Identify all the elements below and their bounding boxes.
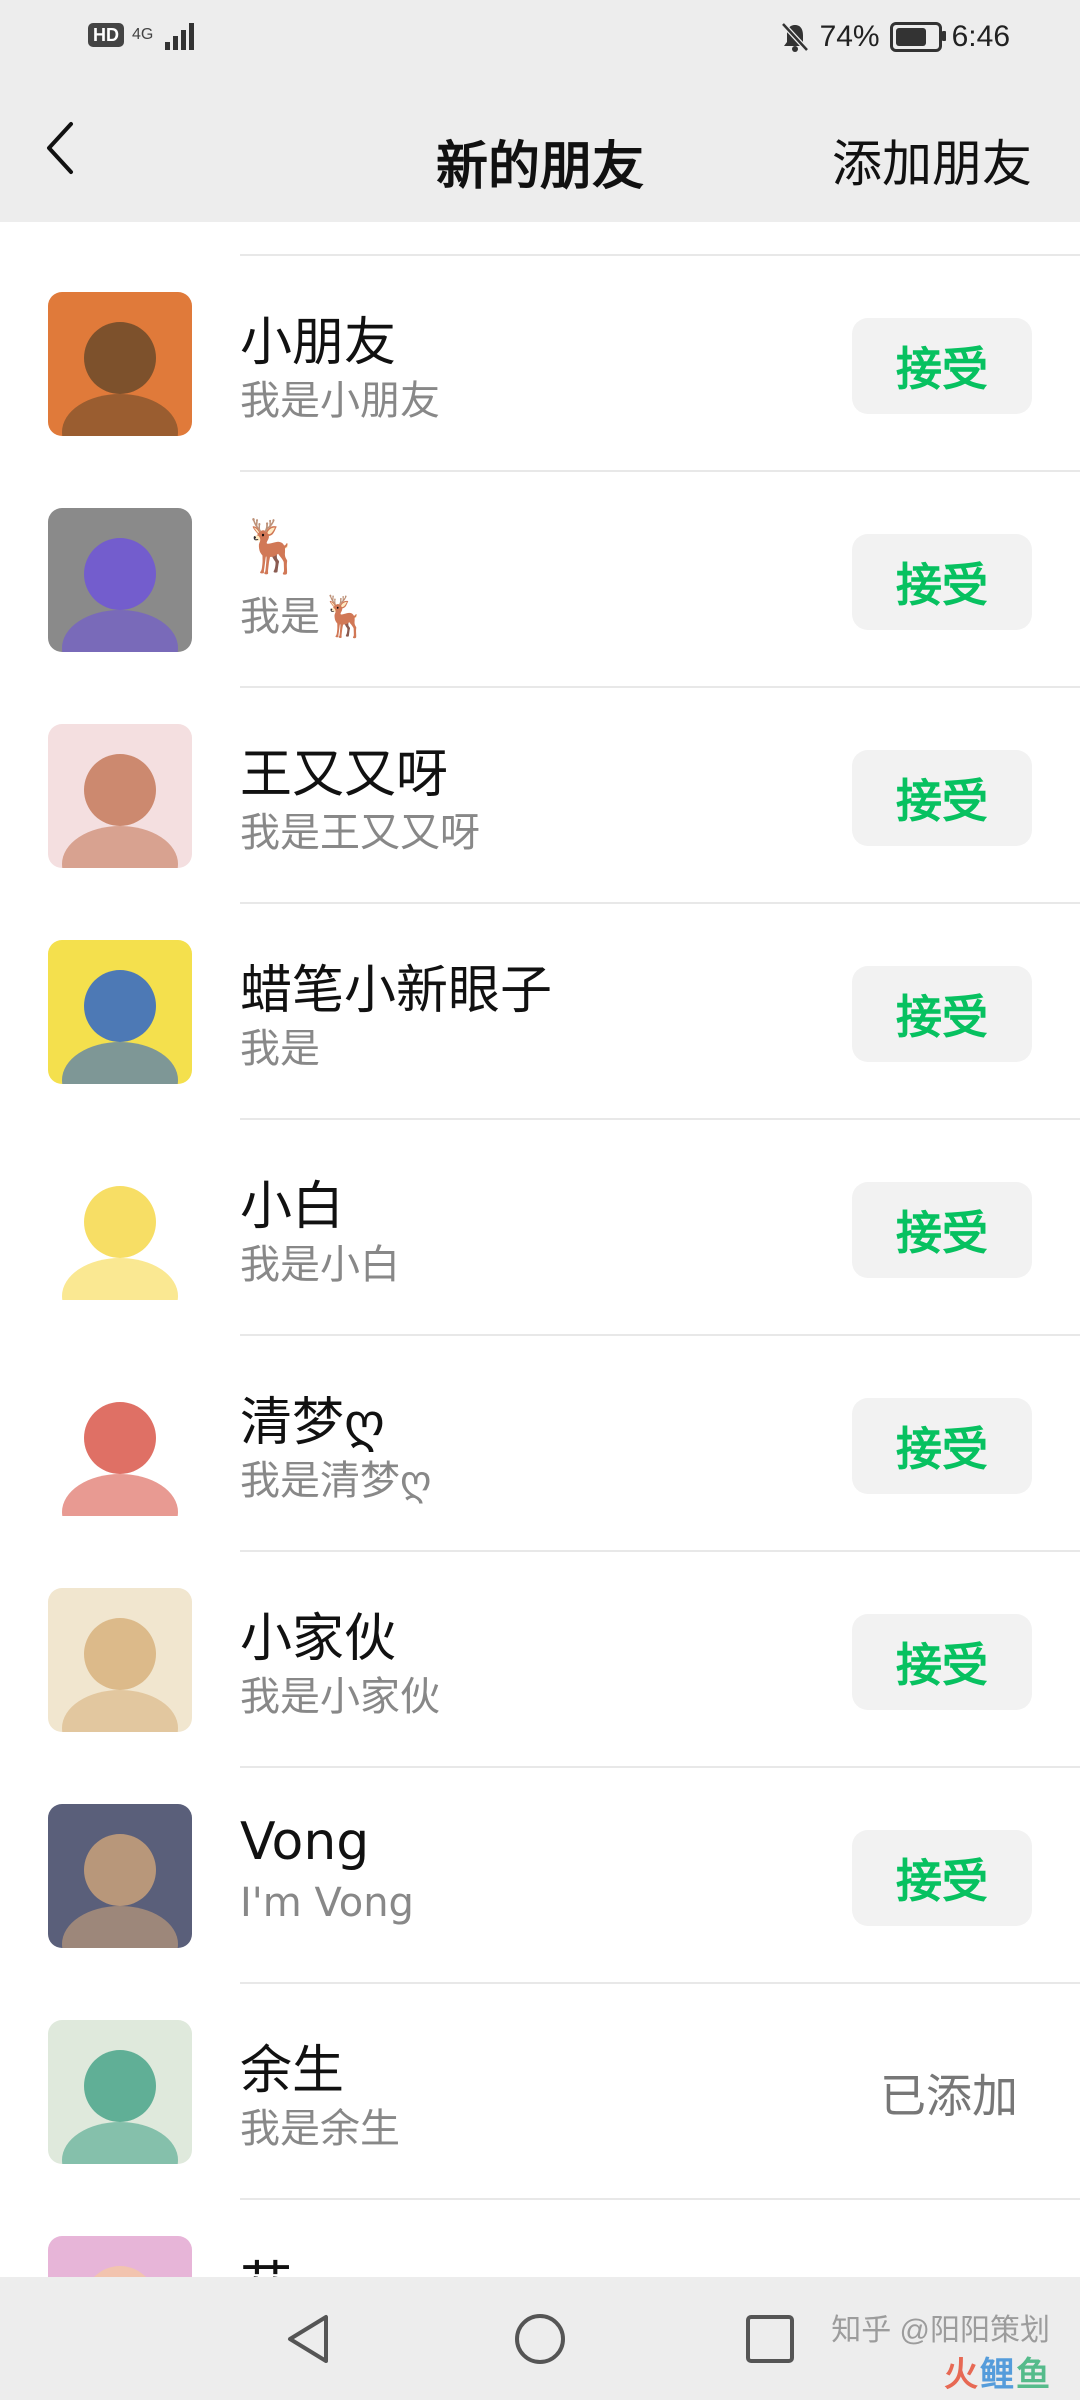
request-message: I'm Vong: [240, 1880, 414, 1926]
accept-button[interactable]: 接受: [852, 1182, 1032, 1278]
friend-name: 王又又呀: [240, 745, 449, 805]
friend-name: Vong: [240, 1812, 370, 1872]
friend-request-row[interactable]: Vong I'm Vong 接受: [0, 1768, 1080, 1984]
friend-request-row[interactable]: 小家伙我是小家伙 接受: [0, 1552, 1080, 1768]
status-right: 74% 6:46: [780, 20, 1010, 54]
signal-icon: [165, 23, 195, 50]
friend-request-row[interactable]: 清梦ღ 我是清梦ღ 接受: [0, 1336, 1080, 1552]
request-message: 我是清梦ღ: [240, 1458, 432, 1504]
avatar[interactable]: [48, 508, 192, 652]
friend-name: 余生: [240, 2041, 345, 2101]
friend-request-row[interactable]: 苁: [0, 2200, 1080, 2277]
watermark-logo-char: 火: [944, 2355, 978, 2395]
avatar[interactable]: [48, 292, 192, 436]
friend-request-row[interactable]: 余生我是余生 已添加: [0, 1984, 1080, 2200]
request-message: 我是🦌: [240, 594, 370, 640]
friend-request-row[interactable]: 小朋友我是小朋友 接受: [0, 256, 1080, 472]
system-nav-bar: 知乎 @阳阳策划 火 鲤 鱼: [0, 2277, 1080, 2400]
friend-name: 苁: [240, 2244, 292, 2277]
accept-button[interactable]: 接受: [852, 318, 1032, 414]
watermark-logo-char: 鲤: [980, 2355, 1014, 2395]
accept-button[interactable]: 接受: [852, 1614, 1032, 1710]
recents-square-icon[interactable]: [742, 2311, 798, 2367]
request-message: 我是: [240, 1026, 320, 1072]
friend-request-row[interactable]: 小白我是小白 接受: [0, 1120, 1080, 1336]
avatar[interactable]: [48, 940, 192, 1084]
add-friend-button[interactable]: 添加朋友: [832, 124, 1032, 196]
request-message: 我是王又又呀: [240, 810, 480, 856]
accept-button[interactable]: 接受: [852, 1830, 1032, 1926]
avatar[interactable]: [48, 2020, 192, 2164]
network-type: 4G: [132, 26, 154, 43]
watermark-logo-char: 鱼: [1016, 2355, 1050, 2395]
home-circle-icon[interactable]: [512, 2311, 568, 2367]
friend-name: 小白: [240, 1177, 345, 1237]
friend-request-list: 小朋友 我是小朋友 接受 🦌 我是🦌 接受 王又又呀 我是王又又呀 接受 蜡笔小新眼子 我是 接受 小白…: [0, 222, 1080, 2277]
accept-button[interactable]: 接受: [852, 966, 1032, 1062]
friend-request-row[interactable]: 🦌 我是🦌 接受: [0, 472, 1080, 688]
avatar[interactable]: [48, 1372, 192, 1516]
request-message: 我是小家伙: [240, 1674, 440, 1720]
request-message: 我是小白: [240, 1242, 400, 1288]
accept-button[interactable]: 接受: [852, 1398, 1032, 1494]
request-message: 我是余生: [240, 2106, 400, 2152]
battery-fill: [895, 28, 926, 46]
added-status: 已添加: [880, 2069, 1018, 2123]
avatar[interactable]: [48, 1804, 192, 1948]
accept-button[interactable]: 接受: [852, 750, 1032, 846]
watermark-logo: 火 鲤 鱼: [944, 2347, 1050, 2396]
friend-name: 清梦ღ: [240, 1393, 385, 1453]
friend-request-row[interactable]: 王又又呀我是王又又呀 接受: [0, 688, 1080, 904]
back-triangle-icon[interactable]: [282, 2311, 338, 2367]
avatar[interactable]: [48, 1156, 192, 1300]
status-bar: HD 4G 74% 6:46: [0, 0, 1080, 80]
friend-name: 蜡笔小新眼子: [240, 961, 553, 1021]
battery-icon: [889, 22, 946, 52]
avatar[interactable]: [48, 724, 192, 868]
battery-percent: 74%: [819, 20, 880, 53]
friend-name: 小家伙: [240, 1609, 397, 1669]
friend-request-row[interactable]: 蜡笔小新眼子我是 接受: [0, 904, 1080, 1120]
friend-name: 🦌: [240, 517, 305, 577]
accept-button[interactable]: 接受: [852, 534, 1032, 630]
bell-muted-icon: [780, 22, 809, 52]
hd-badge: HD: [88, 23, 124, 47]
status-left: HD 4G: [88, 20, 199, 50]
avatar[interactable]: [48, 2236, 192, 2277]
header: 新的朋友 添加朋友: [0, 80, 1080, 222]
watermark-text: 知乎 @阳阳策划: [831, 2314, 1050, 2347]
avatar[interactable]: [48, 1588, 192, 1732]
request-message: 我是小朋友: [240, 378, 440, 424]
friend-name: 小朋友: [240, 313, 397, 373]
status-time: 6:46: [951, 20, 1010, 53]
